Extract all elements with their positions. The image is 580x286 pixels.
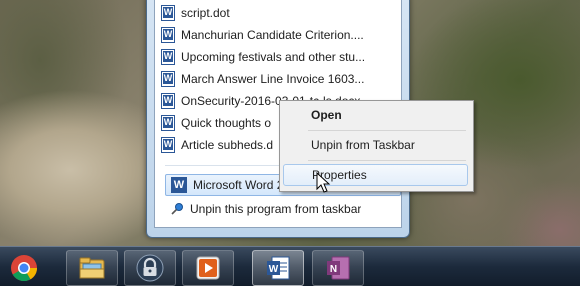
recent-document-label: March Answer Line Invoice 1603... [181,72,365,86]
recent-document-label: script.dot [181,6,230,20]
chrome-icon [11,255,38,282]
svg-text:N: N [330,264,337,275]
word-document-icon [161,27,175,43]
unpin-program-item[interactable]: Unpin this program from taskbar [165,199,406,219]
taskbar-button-onenote[interactable]: N [312,250,364,286]
taskbar-button-chrome[interactable] [0,250,48,286]
taskbar-button-lock[interactable] [124,250,176,286]
menu-item-open-label: Open [311,108,342,122]
pin-icon [170,202,184,216]
unpin-program-label: Unpin this program from taskbar [190,202,362,216]
taskbar-button-word[interactable]: W [252,250,304,286]
lock-icon [136,254,164,282]
svg-text:W: W [269,264,279,275]
recent-document-item[interactable]: Upcoming festivals and other stu... [161,47,397,67]
word-document-icon [161,5,175,21]
taskbar-button-media-player[interactable] [182,250,234,286]
menu-item-properties[interactable]: Properties [283,164,468,186]
menu-item-open[interactable]: Open [283,104,468,126]
recent-document-item[interactable]: script.dot [161,3,397,23]
mouse-cursor-icon [316,172,331,193]
recent-document-item[interactable]: March Answer Line Invoice 1603... [161,69,397,89]
recent-document-label: Upcoming festivals and other stu... [181,50,366,64]
recent-document-label: Article subheds.d [181,138,274,152]
recent-document-label: Quick thoughts o [181,116,272,130]
word-document-icon [161,137,175,153]
context-menu: Open Unpin from Taskbar Properties [279,100,474,192]
word-icon: W [267,256,290,280]
word-icon: W [171,177,187,193]
media-player-icon [196,256,220,280]
recent-document-item[interactable]: Manchurian Candidate Criterion.... [161,25,397,45]
word-document-icon [161,71,175,87]
file-explorer-icon [79,257,105,279]
word-document-icon [161,49,175,65]
taskbar: W N [0,246,580,286]
recent-document-label: Manchurian Candidate Criterion.... [181,28,364,42]
menu-item-unpin-label: Unpin from Taskbar [311,138,415,152]
onenote-icon: N [327,256,350,280]
word-document-icon [161,93,175,109]
word-document-icon [161,115,175,131]
taskbar-button-explorer[interactable] [66,250,118,286]
menu-divider [308,160,466,161]
menu-divider [308,130,466,131]
menu-item-unpin[interactable]: Unpin from Taskbar [283,134,468,156]
